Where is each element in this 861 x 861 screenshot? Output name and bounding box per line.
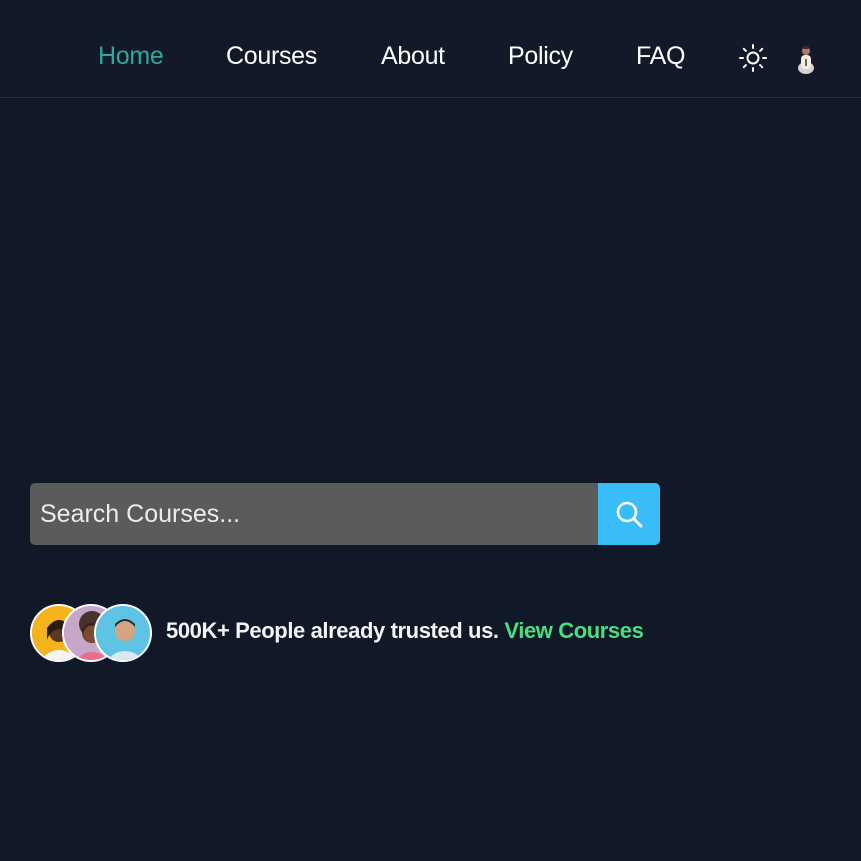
trust-message: 500K+ People already trusted us. View Co… [166, 618, 644, 644]
top-navbar: Home Courses About Policy FAQ [0, 0, 861, 98]
trust-section: 500K+ People already trusted us. View Co… [30, 604, 730, 664]
user-avatar-icon [798, 46, 814, 74]
nav-link-courses[interactable]: Courses [226, 40, 317, 72]
view-courses-link[interactable]: View Courses [504, 618, 643, 643]
search-icon [616, 501, 643, 528]
nav-link-policy[interactable]: Policy [508, 40, 573, 72]
nav-link-faq[interactable]: FAQ [636, 40, 685, 72]
search-input[interactable] [30, 483, 598, 545]
nav-link-about[interactable]: About [381, 40, 445, 72]
customer-avatar [94, 604, 152, 662]
nav-link-home[interactable]: Home [98, 40, 164, 72]
search-button[interactable] [598, 483, 660, 545]
trust-text: 500K+ People already trusted us. [166, 618, 499, 643]
theme-toggle-button[interactable] [737, 42, 769, 74]
sun-icon [739, 44, 767, 72]
profile-avatar-button[interactable] [794, 42, 818, 74]
course-search-bar [30, 483, 660, 545]
